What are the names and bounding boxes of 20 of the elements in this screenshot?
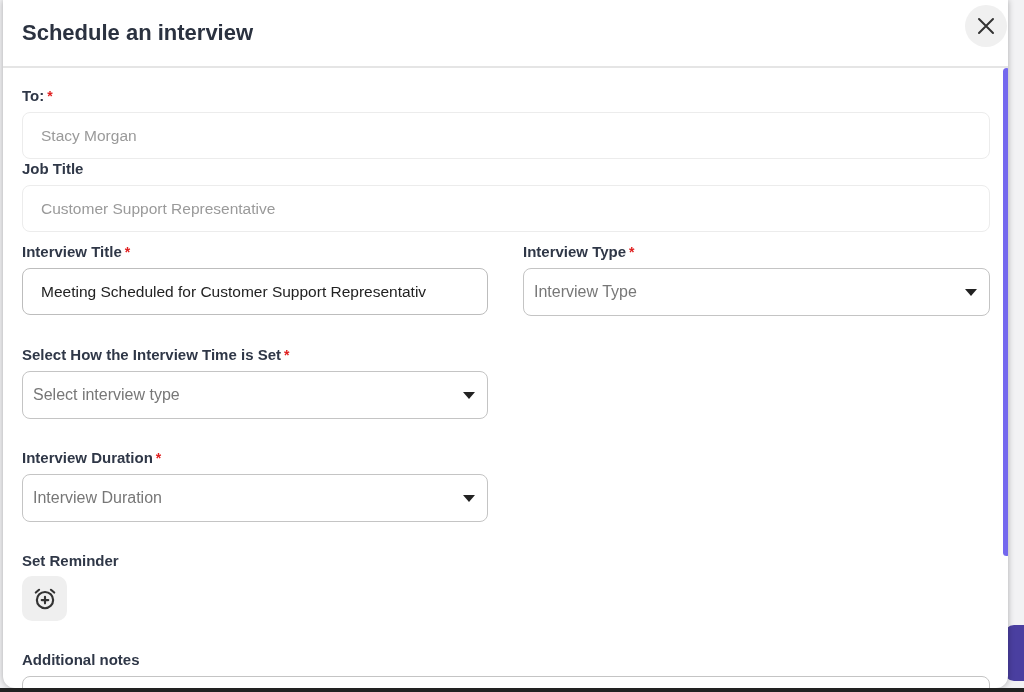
caret-icon [463,494,475,502]
field-label: Set Reminder [22,552,119,569]
dropdown-field[interactable]: Select interview type [22,371,488,419]
dropdown-field[interactable]: Interview Type [523,268,990,316]
add-reminder-button[interactable] [22,576,67,621]
dialog-title: Schedule an interview [22,20,254,46]
field-label: Interview Type * [523,243,635,260]
field-label: Interview Duration * [22,449,162,466]
field-label: Job Title [22,160,84,177]
field-label: Interview Title * [22,243,131,260]
close-icon [977,17,995,35]
dropdown-field[interactable]: Interview Duration [22,474,488,522]
field-label: To: * [22,87,53,104]
close-button[interactable] [965,5,1007,47]
scrollbar-thumb[interactable] [1003,68,1008,556]
caret-icon [463,391,475,399]
caret-icon [965,288,977,296]
text-field[interactable]: Meeting Scheduled for Customer Support Representativ [22,268,488,315]
field-label: Select How the Interview Time is Set * [22,346,290,363]
field-label: Additional notes [22,651,140,668]
